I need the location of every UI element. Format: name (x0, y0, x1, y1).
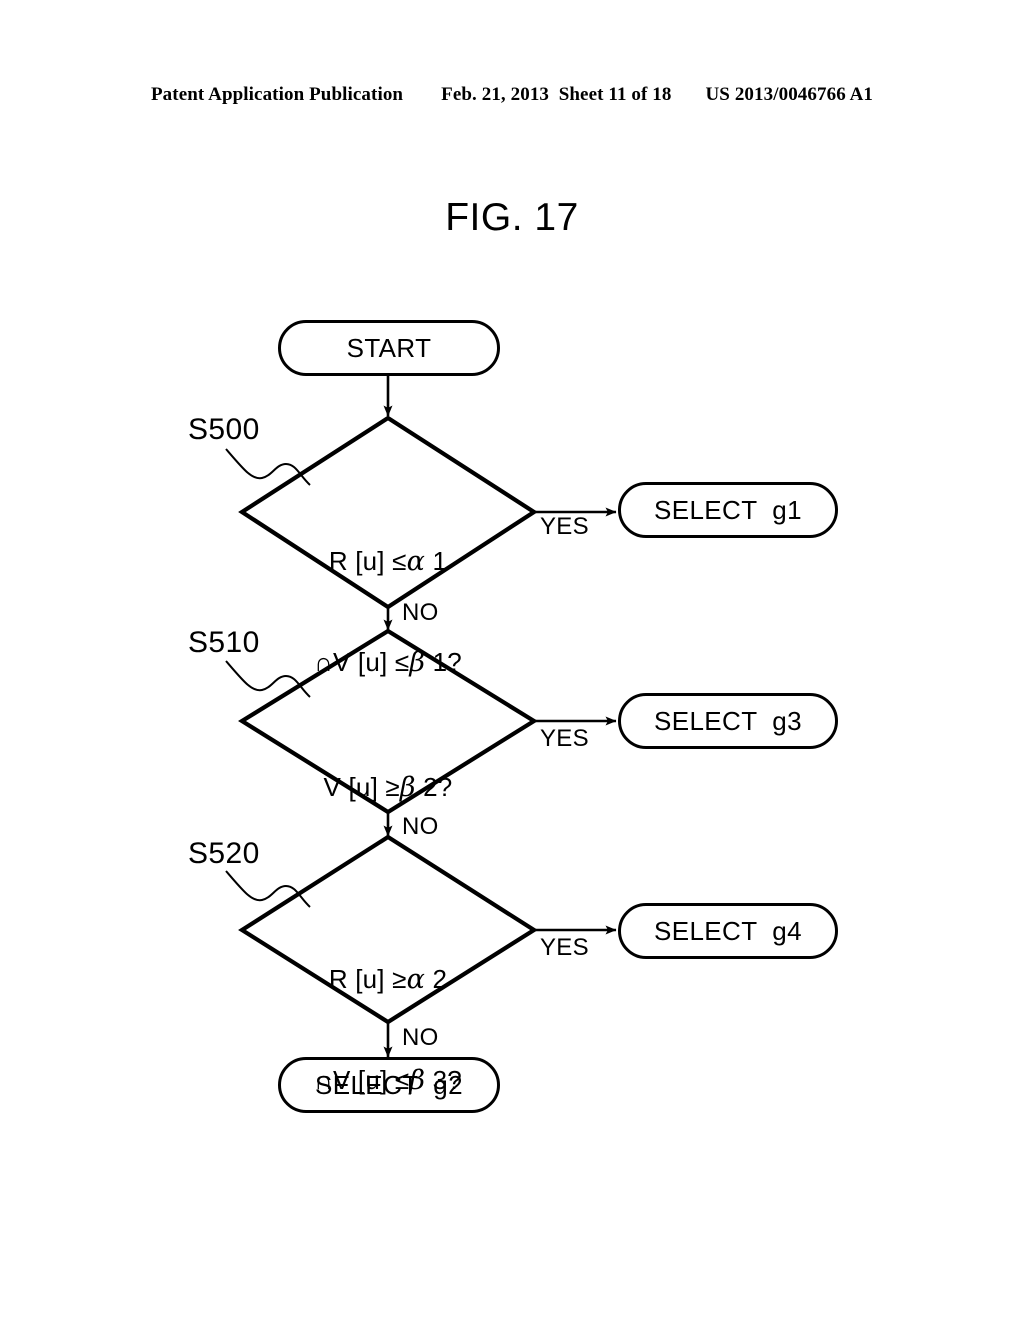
select-g4-label: SELECT g4 (653, 915, 803, 946)
select-g1-label: SELECT g1 (653, 494, 803, 525)
decision-s500-text: R [u] ≤α 1 ∩V [u] ≤β 1? (248, 478, 528, 713)
decision-s500-line2: ∩V [u] ≤β 1? (314, 646, 462, 678)
edge-label-s510-no: NO (402, 813, 439, 840)
edge-label-s500-no: NO (402, 599, 439, 626)
decision-s510-line1: V [u] ≥β 2? (323, 771, 453, 803)
step-label-s500: S500 (188, 413, 260, 446)
edge-label-s520-yes: YES (540, 934, 589, 961)
decision-s520-line1: R [u] ≥α 2 (328, 963, 448, 995)
edge-label-s520-no: NO (402, 1024, 439, 1051)
select-g1-node[interactable]: SELECT g1 (618, 482, 838, 538)
decision-s520-text: R [u] ≥α 2 ∩V [u] ≤β 3? (248, 896, 528, 1131)
start-node-label: START (346, 332, 432, 363)
start-node[interactable]: START (278, 320, 500, 376)
decision-s510-text: V [u] ≥β 2? (248, 704, 528, 838)
decision-s500-line1: R [u] ≤α 1 (328, 545, 448, 577)
select-g3-node[interactable]: SELECT g3 (618, 693, 838, 749)
step-label-s510: S510 (188, 626, 260, 659)
decision-s520-line2: ∩V [u] ≤β 3? (314, 1064, 462, 1096)
edge-label-s500-yes: YES (540, 513, 589, 540)
select-g4-node[interactable]: SELECT g4 (618, 903, 838, 959)
edge-label-s510-yes: YES (540, 725, 589, 752)
step-label-s520: S520 (188, 837, 260, 870)
select-g3-label: SELECT g3 (653, 705, 803, 736)
